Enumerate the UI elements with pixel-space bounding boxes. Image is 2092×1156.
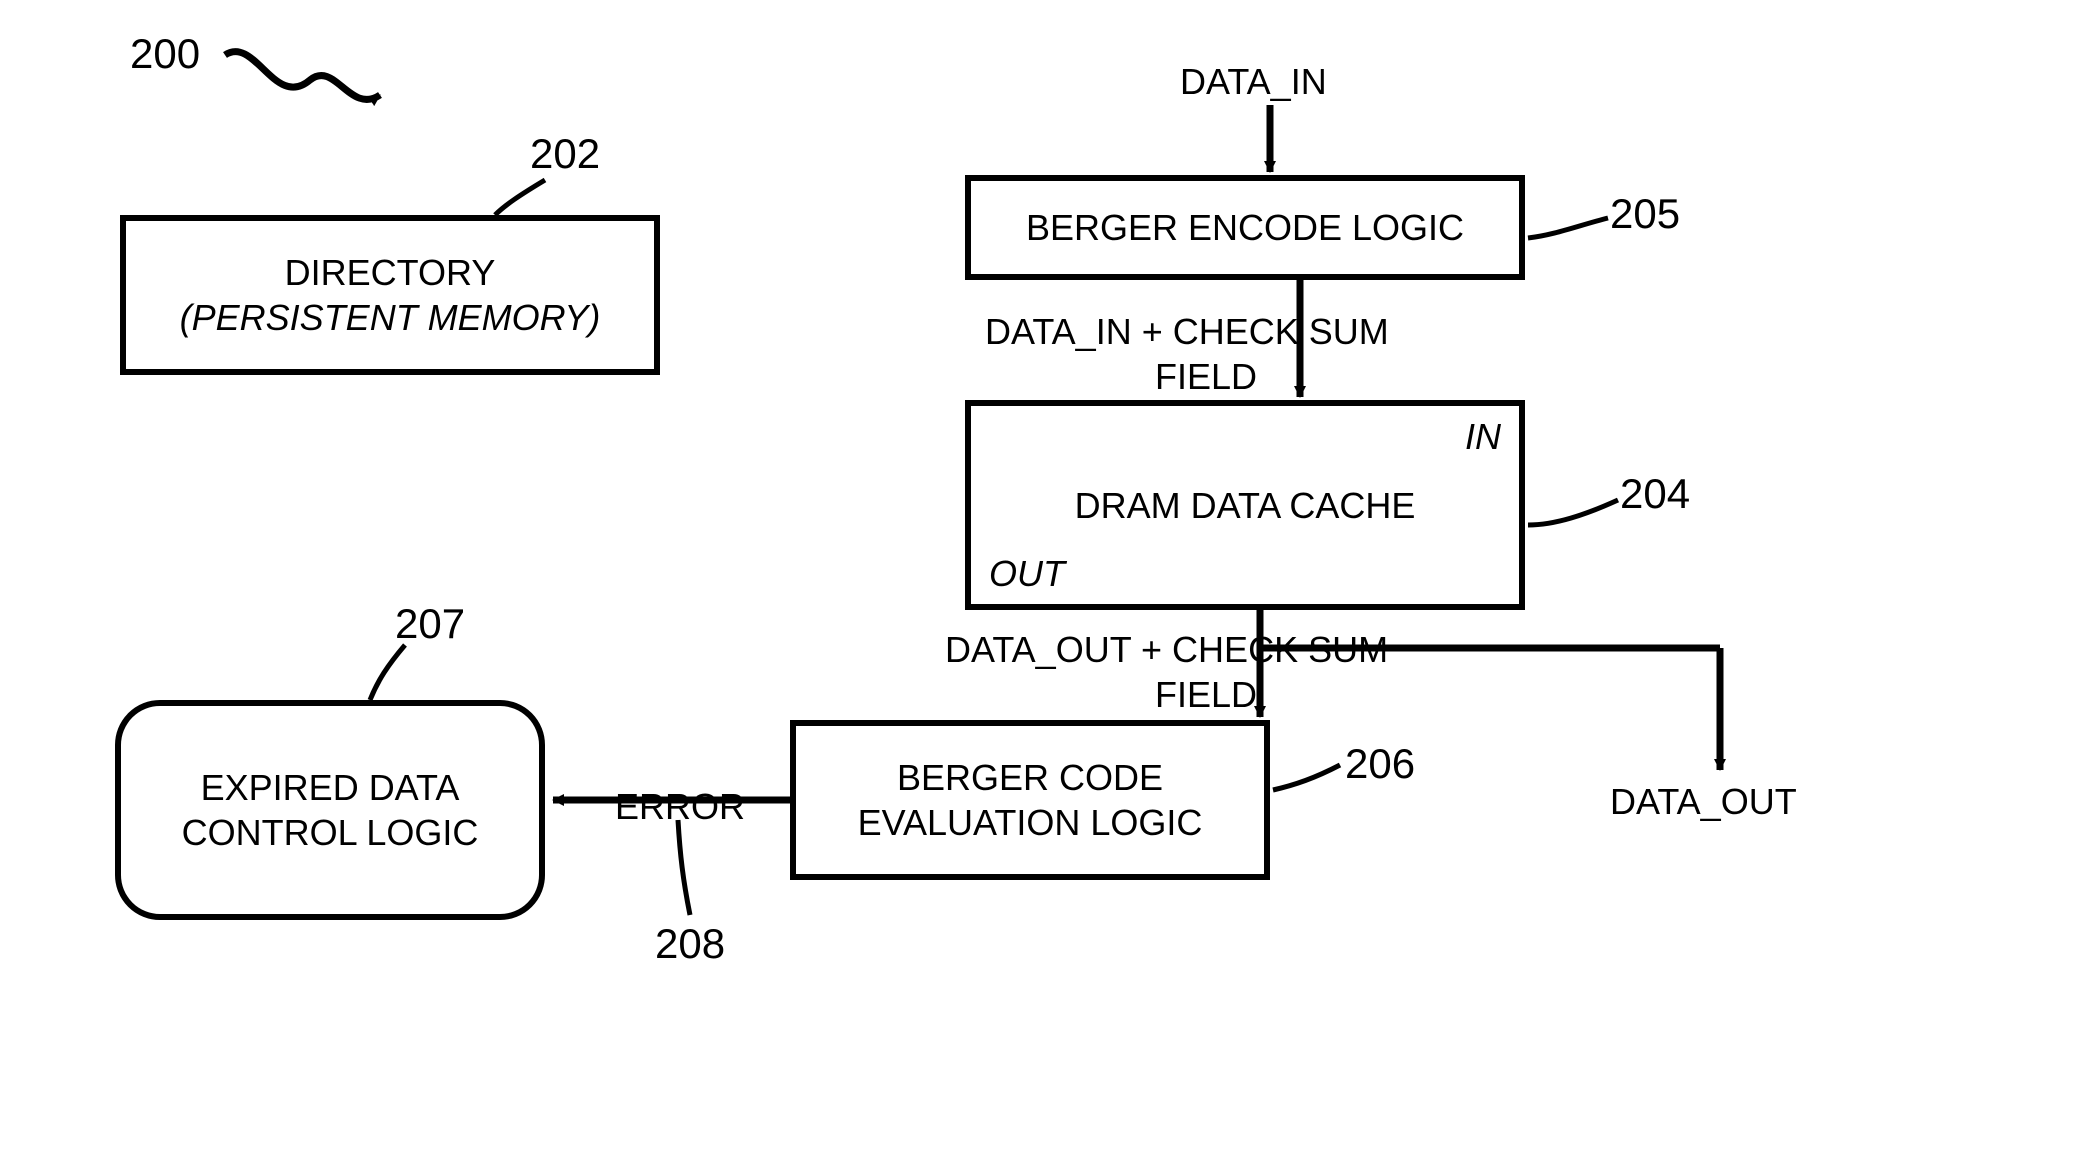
ref-205: 205 — [1610, 190, 1680, 238]
expired-label-line2: CONTROL LOGIC — [182, 810, 479, 855]
eval-label-line1: BERGER CODE — [897, 755, 1163, 800]
cache-in-label: IN — [989, 414, 1501, 459]
block-expired-data: EXPIRED DATA CONTROL LOGIC — [115, 700, 545, 920]
signal-data-in: DATA_IN — [1180, 60, 1327, 103]
ref-207: 207 — [395, 600, 465, 648]
cache-main-label: DRAM DATA CACHE — [989, 483, 1501, 528]
directory-title: DIRECTORY — [285, 250, 496, 295]
eval-label-line2: EVALUATION LOGIC — [858, 800, 1203, 845]
expired-label-line1: EXPIRED DATA — [201, 765, 460, 810]
signal-encode-out-line2: FIELD — [1155, 355, 1257, 398]
signal-encode-out-line1: DATA_IN + CHECK SUM — [985, 310, 1389, 353]
block-dram-cache: IN DRAM DATA CACHE OUT — [965, 400, 1525, 610]
ref-204: 204 — [1620, 470, 1690, 518]
encode-label: BERGER ENCODE LOGIC — [1026, 205, 1464, 250]
block-berger-eval: BERGER CODE EVALUATION LOGIC — [790, 720, 1270, 880]
signal-cache-out-line1: DATA_OUT + CHECK SUM — [945, 628, 1388, 671]
signal-cache-out-line2: FIELD — [1155, 673, 1257, 716]
signal-data-out: DATA_OUT — [1610, 780, 1797, 823]
cache-out-label: OUT — [989, 551, 1501, 596]
signal-error: ERROR — [615, 785, 745, 828]
directory-subtitle: (PERSISTENT MEMORY) — [180, 295, 601, 340]
ref-200: 200 — [130, 30, 200, 78]
ref-206: 206 — [1345, 740, 1415, 788]
block-berger-encode: BERGER ENCODE LOGIC — [965, 175, 1525, 280]
ref-208: 208 — [655, 920, 725, 968]
block-directory: DIRECTORY (PERSISTENT MEMORY) — [120, 215, 660, 375]
ref-202: 202 — [530, 130, 600, 178]
